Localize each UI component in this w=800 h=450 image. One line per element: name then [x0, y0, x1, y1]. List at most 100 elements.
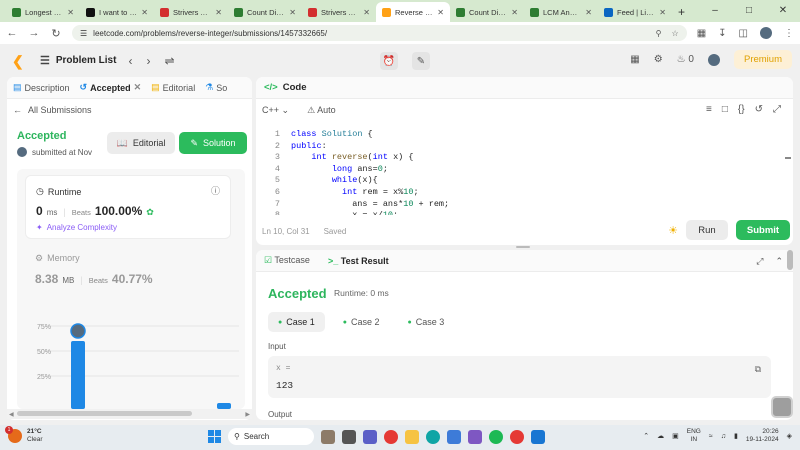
tab-solutions[interactable]: ⚗ So [205, 82, 227, 93]
scroll-thumb[interactable] [17, 411, 192, 416]
problem-list-link[interactable]: ☰ Problem List [40, 54, 116, 67]
run-button[interactable]: Run [686, 220, 728, 240]
reload-icon[interactable]: ↻ [50, 27, 62, 40]
display-icon[interactable]: ▣ [672, 432, 679, 440]
task-view-icon[interactable] [342, 429, 356, 444]
submit-button[interactable]: Submit [736, 220, 790, 240]
analyze-complexity-link[interactable]: ✦ Analyze Complexity [36, 223, 117, 232]
scroll-right-icon[interactable]: ▶ [245, 411, 250, 418]
runtime-card[interactable]: ◷ Runtime ⓘ 0 ms | Beats 100.00% ✿ ✦ Anal… [25, 175, 231, 239]
zoom-icon[interactable]: ⚲ [656, 29, 662, 38]
store-app-icon[interactable] [447, 429, 461, 444]
browser-tab[interactable]: Count Digits ✕ [450, 2, 524, 22]
notifications-icon[interactable]: ◈ [787, 432, 792, 440]
memory-section[interactable]: ⚙ Memory 8.38 MB | Beats 40.77% [35, 253, 153, 286]
all-submissions-link[interactable]: ← All Submissions [7, 99, 252, 121]
leetcode-logo-icon[interactable]: ❮ [12, 53, 26, 69]
collapse-icon[interactable]: ⌃ [775, 256, 783, 267]
scroll-left-icon[interactable]: ◀ [9, 411, 14, 418]
format-icon[interactable]: ≡ [706, 104, 712, 115]
reset-icon[interactable]: ↺ [755, 104, 763, 115]
spotify-app-icon[interactable] [489, 429, 503, 444]
back-icon[interactable]: ← [6, 27, 18, 39]
file-explorer-icon[interactable] [405, 429, 419, 444]
url-bar[interactable]: ☰ leetcode.com/problems/reverse-integer/… [72, 25, 687, 41]
clock[interactable]: 20:26 19-11-2024 [746, 428, 779, 444]
tab-test-result[interactable]: >_ Test Result [328, 256, 389, 266]
browser-tab[interactable]: Strivers A2Z DSA ✕ [302, 2, 376, 22]
shuffle-icon[interactable]: ⇌ [164, 54, 174, 68]
case-tab[interactable]: ● Case 1 [268, 312, 325, 332]
close-tab-icon[interactable]: ✕ [215, 8, 222, 17]
close-tab-icon[interactable]: ✕ [363, 8, 370, 17]
case-tab[interactable]: ● Case 2 [333, 312, 390, 332]
browser-tab[interactable]: Longest Nice Subarray ✕ [6, 2, 80, 22]
user-avatar[interactable] [707, 53, 720, 66]
speaker-icon[interactable]: ♫ [721, 433, 726, 440]
browser-tab[interactable]: Reverse Integer✕ [376, 2, 450, 22]
close-tab-icon[interactable]: ✕ [67, 8, 74, 17]
timer-icon[interactable]: ⏰ [380, 52, 398, 70]
profile-avatar[interactable] [760, 27, 772, 39]
menu-kebab-icon[interactable]: ⋮ [784, 28, 794, 39]
browser-tab[interactable]: Feed | LinkedIn ✕ [598, 2, 672, 22]
edge-app-icon[interactable] [426, 429, 440, 444]
prev-problem-icon[interactable]: ‹ [128, 54, 132, 68]
browser-tab[interactable]: Count Digits ✕ [228, 2, 302, 22]
tab-description[interactable]: ▤ Description [13, 82, 70, 93]
language-select[interactable]: C++ ⌄ [262, 105, 289, 116]
tab-editorial[interactable]: ▤ Editorial [151, 82, 195, 93]
panel-resize-handle[interactable] [516, 246, 530, 248]
hint-bulb-icon[interactable]: ☀ [668, 224, 678, 237]
downloads-icon[interactable]: ↧ [718, 28, 726, 39]
premium-button[interactable]: Premium [733, 50, 792, 69]
site-info-icon[interactable]: ☰ [80, 29, 87, 38]
solution-button[interactable]: ✎ Solution [179, 132, 247, 154]
wifi-icon[interactable]: ≈ [709, 433, 713, 440]
case-tab[interactable]: ● Case 3 [398, 312, 455, 332]
windows-start-icon[interactable] [208, 430, 221, 443]
fullscreen-icon[interactable]: ⤢ [773, 104, 781, 115]
next-problem-icon[interactable]: › [146, 54, 150, 68]
right-scrollbar[interactable] [787, 250, 793, 270]
info-icon[interactable]: ⓘ [211, 184, 220, 197]
copy-icon[interactable]: ⧉ [755, 364, 761, 375]
tab-accepted[interactable]: ↺ Accepted ✕ [80, 82, 142, 93]
widgets-app-icon[interactable] [321, 429, 335, 444]
forward-icon[interactable]: → [28, 27, 40, 39]
tray-chevron-icon[interactable]: ⌃ [643, 432, 649, 440]
close-window-icon[interactable]: ✕ [766, 0, 800, 22]
new-tab-icon[interactable]: + [672, 2, 691, 22]
close-tab-icon[interactable]: ✕ [289, 8, 296, 17]
maximize-icon[interactable]: □ [732, 0, 766, 22]
bookmark-icon[interactable]: □ [722, 104, 728, 115]
close-tab-icon[interactable]: ✕ [511, 8, 518, 17]
expand-icon[interactable]: ⤢ [756, 256, 763, 267]
close-tab-icon[interactable]: ✕ [585, 8, 592, 17]
braces-icon[interactable]: {} [738, 104, 745, 115]
browser-tab[interactable]: I want to write✕ [80, 2, 154, 22]
tab-testcase[interactable]: ☑ Testcase [264, 255, 310, 266]
browser-tab[interactable]: LCM And GCD✕ [524, 2, 598, 22]
language-indicator[interactable]: ENG IN [687, 428, 701, 444]
browser-tab[interactable]: Strivers A2Z DSA ✕ [154, 2, 228, 22]
code-editor[interactable]: 1 class Solution {2 public: 3 int reverse(i… [256, 125, 793, 215]
settings-gear-icon[interactable]: ⚙ [654, 54, 663, 65]
extensions-icon[interactable]: ▦ [697, 28, 706, 39]
snipping-tool-icon[interactable] [531, 429, 545, 444]
editorial-button[interactable]: 📖 Editorial [107, 132, 175, 154]
battery-icon[interactable]: ▮ [734, 432, 738, 440]
weather-widget[interactable]: 1 21°C Clear [5, 426, 43, 444]
close-tab-icon[interactable]: ✕ [141, 8, 148, 17]
close-tab-icon[interactable]: ✕ [134, 82, 142, 93]
auto-mode-toggle[interactable]: ⚠ Auto [307, 105, 336, 116]
minimize-icon[interactable]: – [698, 0, 732, 22]
chart-bar[interactable] [71, 341, 85, 409]
split-icon[interactable]: ◫ [739, 28, 748, 39]
layout-grid-icon[interactable]: ▦ [630, 54, 639, 65]
left-horizontal-scrollbar[interactable]: ◀ ▶ [7, 409, 252, 419]
taskbar-search[interactable]: ⚲ Search [228, 428, 314, 445]
close-tab-icon[interactable]: ✕ [437, 8, 444, 17]
floating-widget-icon[interactable] [771, 396, 793, 418]
bookmark-star-icon[interactable]: ☆ [672, 29, 679, 38]
